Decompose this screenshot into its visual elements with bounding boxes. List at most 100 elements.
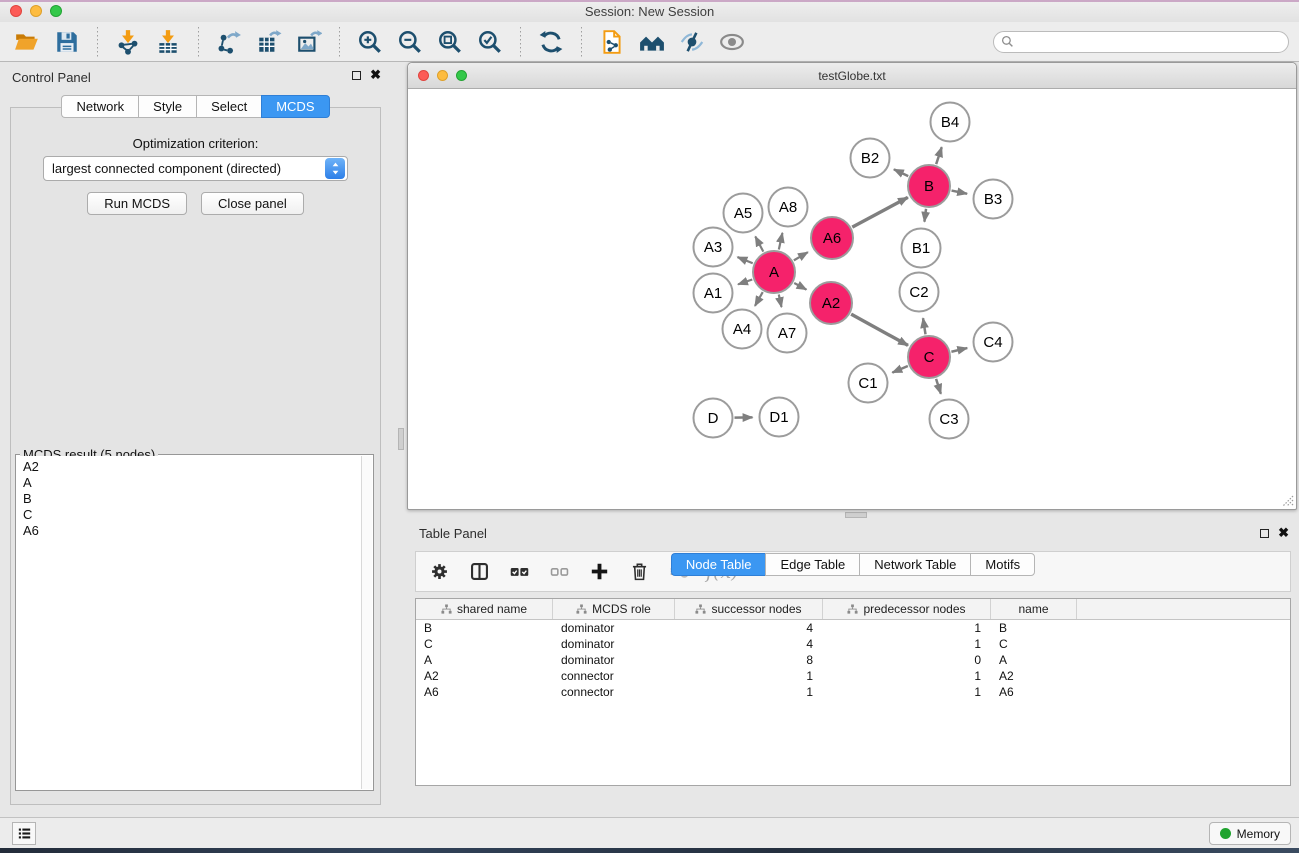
import-network-button[interactable] [111, 26, 145, 58]
graph-node-B[interactable]: B [908, 165, 950, 207]
show-eye-button[interactable] [715, 26, 749, 58]
graph-edge-A-A7[interactable] [779, 294, 782, 307]
graph-node-A[interactable]: A [753, 251, 795, 293]
zoom-in-button[interactable] [353, 26, 387, 58]
mcds-result-item[interactable]: A6 [23, 523, 361, 539]
memory-label: Memory [1237, 827, 1280, 841]
zoom-selected-button[interactable] [473, 26, 507, 58]
float-panel-icon[interactable] [352, 71, 361, 80]
save-session-button[interactable] [50, 26, 84, 58]
resize-grip-icon[interactable] [1280, 493, 1294, 507]
mcds-result-item[interactable]: C [23, 507, 361, 523]
graph-edge-A-A2[interactable] [794, 283, 806, 290]
zoom-fit-icon [437, 29, 463, 55]
graph-node-A7[interactable]: A7 [768, 314, 807, 353]
import-table-button[interactable] [151, 26, 185, 58]
graph-edge-A-A1[interactable] [738, 279, 752, 284]
task-history-button[interactable] [12, 822, 36, 845]
mcds-result-item[interactable]: A [23, 475, 361, 491]
zoom-out-button[interactable] [393, 26, 427, 58]
graph-node-A4[interactable]: A4 [723, 310, 762, 349]
graph-edge-B-B2[interactable] [894, 169, 908, 176]
graph-edge-A-A5[interactable] [755, 236, 763, 251]
graph-node-A2[interactable]: A2 [810, 282, 852, 324]
maximize-window-button[interactable] [50, 5, 62, 17]
close-window-button[interactable] [10, 5, 22, 17]
close-panel-icon[interactable]: ✖ [370, 70, 381, 80]
minimize-window-button[interactable] [30, 5, 42, 17]
tab-motifs[interactable]: Motifs [970, 553, 1035, 576]
tab-network[interactable]: Network [61, 95, 138, 118]
mcds-result-list[interactable]: A2ABCA6 [17, 456, 361, 789]
close-panel-button[interactable]: Close panel [201, 192, 304, 215]
svg-text:B4: B4 [941, 114, 959, 131]
graph-edge-C-C1[interactable] [892, 366, 907, 373]
svg-text:D1: D1 [769, 409, 788, 426]
tab-node-table[interactable]: Node Table [671, 553, 766, 576]
graph-node-C2[interactable]: C2 [900, 273, 939, 312]
network-window-titlebar[interactable]: testGlobe.txt [408, 63, 1296, 89]
graph-node-D1[interactable]: D1 [760, 398, 799, 437]
graph-edge-A6-B[interactable] [852, 197, 908, 227]
graph-edge-B-B4[interactable] [936, 147, 942, 164]
graph-node-B3[interactable]: B3 [974, 180, 1013, 219]
tab-network-table[interactable]: Network Table [859, 553, 970, 576]
graph-node-C1[interactable]: C1 [849, 364, 888, 403]
export-network-button[interactable] [212, 26, 246, 58]
graph-node-B1[interactable]: B1 [902, 229, 941, 268]
graph-edge-A-A3[interactable] [738, 257, 753, 263]
tab-edge-table[interactable]: Edge Table [765, 553, 859, 576]
graph-edge-A-A4[interactable] [755, 292, 763, 306]
graph-node-B4[interactable]: B4 [931, 103, 970, 142]
network-canvas[interactable]: B4 B2 B B3 A5A8A6 A3 B1 A A1 C2 A2 A4A7 C C4 C1 C3 D D1 [409, 89, 1295, 508]
graph-node-A8[interactable]: A8 [769, 188, 808, 227]
run-mcds-button[interactable]: Run MCDS [87, 192, 187, 215]
graph-node-B2[interactable]: B2 [851, 139, 890, 178]
graph-node-A6[interactable]: A6 [811, 217, 853, 259]
network-document-button[interactable] [595, 26, 629, 58]
horizontal-split-handle[interactable] [845, 512, 867, 518]
zoom-fit-button[interactable] [433, 26, 467, 58]
graph-node-A1[interactable]: A1 [694, 274, 733, 313]
control-panel: Control Panel ✖ NetworkStyleSelectMCDS O… [0, 62, 391, 817]
export-image-button[interactable] [292, 26, 326, 58]
memory-button[interactable]: Memory [1209, 822, 1291, 845]
criterion-dropdown[interactable]: largest connected component (directed) [43, 156, 348, 181]
graph-edge-C-C3[interactable] [936, 379, 941, 394]
mcds-result-scrollbar[interactable] [361, 456, 372, 789]
graph-node-C[interactable]: C [908, 336, 950, 378]
graph-node-C4[interactable]: C4 [974, 323, 1013, 362]
graph-edge-A-A8[interactable] [779, 233, 783, 250]
hide-panels-button[interactable] [675, 26, 709, 58]
desktop-background [0, 848, 1299, 853]
tab-select[interactable]: Select [196, 95, 261, 118]
vertical-split-handle[interactable] [398, 428, 404, 450]
network-maximize-button[interactable] [456, 70, 467, 81]
mcds-panel: Optimization criterion: largest connecte… [10, 107, 381, 805]
graph-node-D[interactable]: D [694, 399, 733, 438]
main-toolbar [0, 22, 1299, 62]
tab-style[interactable]: Style [138, 95, 196, 118]
graph-edge-B-B3[interactable] [952, 191, 967, 194]
graph-node-C3[interactable]: C3 [930, 400, 969, 439]
tab-mcds[interactable]: MCDS [261, 95, 329, 118]
export-table-button[interactable] [252, 26, 286, 58]
open-session-button[interactable] [10, 26, 44, 58]
svg-text:C1: C1 [858, 375, 877, 392]
graph-edge-A-A6[interactable] [794, 252, 808, 260]
refresh-layout-button[interactable] [534, 26, 568, 58]
network-minimize-button[interactable] [437, 70, 448, 81]
graph-edge-B-B1[interactable] [924, 209, 926, 222]
mcds-result-item[interactable]: B [23, 491, 361, 507]
graph-node-A3[interactable]: A3 [694, 228, 733, 267]
mcds-result-item[interactable]: A2 [23, 459, 361, 475]
graph-edge-C-C4[interactable] [951, 348, 967, 352]
table-close-panel-icon[interactable]: ✖ [1278, 528, 1289, 538]
graph-edge-A2-C[interactable] [851, 314, 908, 345]
search-input[interactable] [993, 31, 1289, 53]
graph-edge-C-C2[interactable] [923, 318, 925, 334]
home-button[interactable] [635, 26, 669, 58]
table-float-panel-icon[interactable] [1260, 529, 1269, 538]
network-close-button[interactable] [418, 70, 429, 81]
graph-node-A5[interactable]: A5 [724, 194, 763, 233]
